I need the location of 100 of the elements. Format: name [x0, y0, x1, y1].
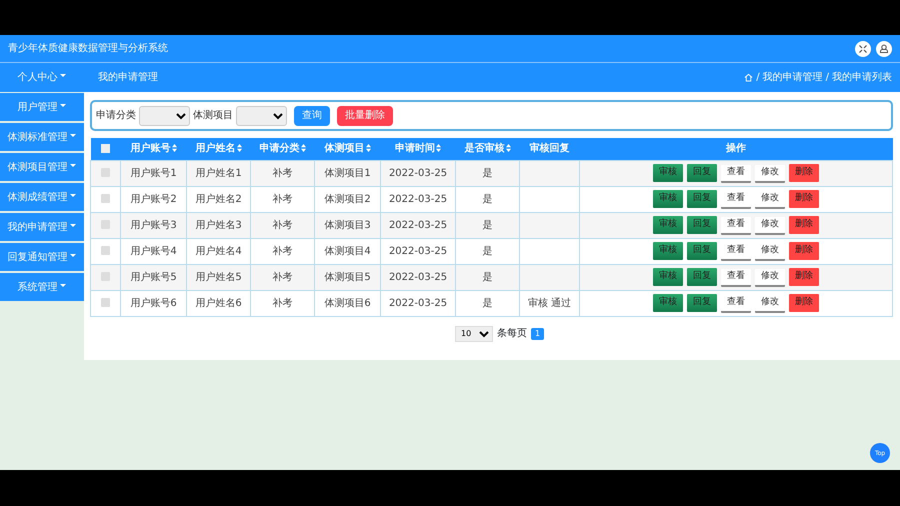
fullscreen-icon[interactable] [855, 40, 871, 56]
action-button[interactable]: 删除 [789, 242, 819, 260]
table-cell: 体测项目1 [314, 160, 380, 186]
user-icon[interactable] [876, 40, 892, 56]
action-button[interactable]: 回复 [687, 268, 717, 286]
filter-button[interactable]: 批量删除 [337, 106, 393, 126]
action-button[interactable]: 删除 [789, 190, 819, 208]
action-button[interactable]: 修改 [755, 242, 785, 260]
page-title: 我的申请管理 [98, 70, 158, 85]
action-button[interactable]: 审核 [653, 294, 683, 312]
per-page-label: 条每页 [497, 327, 527, 341]
page-size-select[interactable]: 10 [455, 326, 493, 342]
sort-icon[interactable] [300, 144, 306, 152]
action-button[interactable]: 审核 [653, 164, 683, 182]
table-cell: 用户账号3 [120, 212, 186, 238]
action-button[interactable]: 审核 [653, 242, 683, 260]
sidebar-item[interactable]: 回复通知管理 [0, 243, 84, 271]
filter-select[interactable] [139, 106, 190, 126]
page-button[interactable]: 1 [531, 328, 544, 340]
table-cell: 是 [456, 186, 520, 212]
table-cell: 是 [456, 238, 520, 264]
action-button[interactable]: 修改 [755, 164, 785, 182]
action-button[interactable]: 查看 [721, 190, 751, 208]
table-cell: 用户账号1 [120, 160, 186, 186]
action-button[interactable]: 回复 [687, 164, 717, 182]
row-checkbox[interactable] [101, 194, 110, 204]
action-button[interactable]: 修改 [755, 190, 785, 208]
sort-icon[interactable] [436, 144, 441, 152]
table-cell: 用户姓名2 [186, 186, 250, 212]
column-header: 审核回复 [520, 138, 580, 160]
column-header[interactable]: 用户账号 [120, 138, 186, 160]
row-checkbox[interactable] [101, 272, 110, 282]
breadcrumb-separator: / [826, 71, 829, 85]
table-cell: 2022-03-25 [380, 238, 456, 264]
sidebar-item[interactable]: 系统管理 [0, 273, 84, 301]
table-cell: 用户姓名3 [186, 212, 250, 238]
action-button[interactable]: 查看 [721, 164, 751, 182]
row-checkbox[interactable] [101, 298, 110, 308]
action-button[interactable]: 删除 [789, 164, 819, 182]
table-cell: 补考 [250, 290, 314, 316]
table-cell: 是 [456, 212, 520, 238]
filter-button[interactable]: 查询 [294, 106, 330, 126]
sort-icon[interactable] [172, 144, 176, 152]
action-button[interactable]: 删除 [789, 268, 819, 286]
table-cell: 用户账号5 [120, 264, 186, 290]
row-checkbox[interactable] [101, 220, 110, 230]
action-button[interactable]: 回复 [687, 242, 717, 260]
table-cell: 用户账号6 [120, 290, 186, 316]
breadcrumb-item[interactable]: 我的申请管理 [762, 70, 823, 85]
action-button[interactable]: 查看 [721, 216, 751, 234]
breadcrumb-separator: / [756, 71, 760, 85]
column-header[interactable]: 申请分类 [250, 138, 314, 160]
action-button[interactable]: 删除 [789, 294, 819, 312]
action-button[interactable]: 查看 [721, 242, 751, 260]
column-header[interactable]: 体测项目 [314, 138, 380, 160]
sort-icon[interactable] [366, 144, 370, 152]
table-cell: 2022-03-25 [380, 264, 456, 290]
action-button[interactable]: 修改 [755, 294, 785, 312]
select-all-checkbox[interactable] [101, 144, 110, 154]
row-checkbox[interactable] [101, 246, 110, 256]
app-title: 青少年体质健康数据管理与分析系统 [8, 42, 168, 56]
action-button[interactable]: 删除 [789, 216, 819, 234]
table-cell: 是 [456, 264, 520, 290]
column-header: 操作 [580, 138, 892, 160]
action-button[interactable]: 回复 [687, 216, 717, 234]
table-cell: 是 [456, 290, 520, 316]
menu-dropdown[interactable]: 个人中心 [0, 70, 84, 85]
action-button[interactable]: 查看 [721, 268, 751, 286]
table-cell: 体测项目2 [314, 186, 380, 212]
action-button[interactable]: 修改 [755, 216, 785, 234]
filter-select[interactable] [236, 106, 287, 126]
table-cell: 用户姓名4 [186, 238, 250, 264]
sidebar-item[interactable]: 用户管理 [0, 93, 84, 121]
action-button[interactable]: 审核 [653, 190, 683, 208]
column-header[interactable]: 用户姓名 [186, 138, 250, 160]
action-button[interactable]: 查看 [721, 294, 751, 312]
sort-icon[interactable] [506, 144, 510, 152]
row-checkbox[interactable] [101, 168, 110, 178]
action-button[interactable]: 审核 [653, 268, 683, 286]
sidebar-item[interactable]: 体测标准管理 [0, 123, 84, 151]
sidebar-item[interactable]: 我的申请管理 [0, 213, 84, 241]
breadcrumb-item[interactable]: 我的申请列表 [832, 70, 892, 85]
sidebar-item[interactable]: 体测项目管理 [0, 153, 84, 181]
action-button[interactable]: 审核 [653, 216, 683, 234]
action-button[interactable]: 修改 [755, 268, 785, 286]
action-button[interactable]: 回复 [687, 190, 717, 208]
home-icon[interactable] [744, 73, 754, 82]
table-cell: 2022-03-25 [380, 212, 456, 238]
table-cell: 审核 通过 [520, 290, 580, 316]
action-button[interactable]: 回复 [687, 294, 717, 312]
table-cell: 补考 [250, 238, 314, 264]
column-header[interactable]: 是否审核 [456, 138, 520, 160]
table-cell: 补考 [250, 186, 314, 212]
table-cell: 体测项目5 [314, 264, 380, 290]
column-header[interactable]: 申请时间 [380, 138, 456, 160]
table-cell: 体测项目3 [314, 212, 380, 238]
sort-icon[interactable] [236, 144, 242, 152]
filter-label: 体测项目 [193, 108, 233, 123]
table-cell: 补考 [250, 160, 314, 186]
sidebar-item[interactable]: 体测成绩管理 [0, 183, 84, 211]
